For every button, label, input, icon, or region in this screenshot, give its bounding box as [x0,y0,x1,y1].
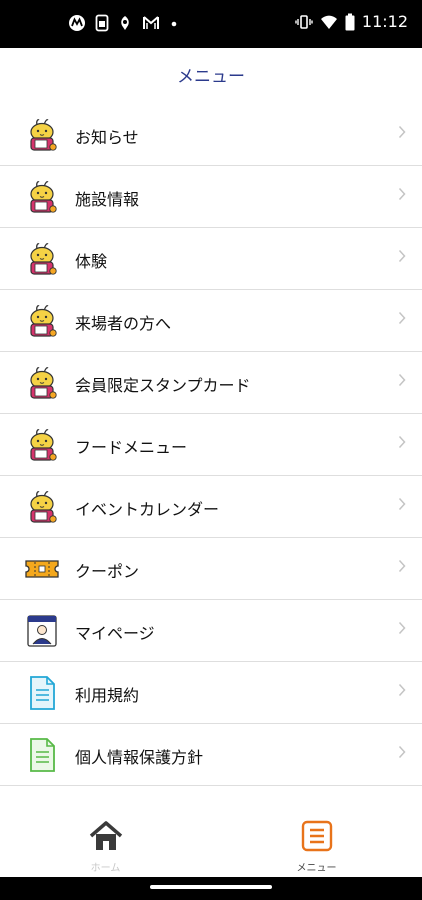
chevron-right-icon [398,249,406,263]
menu-item-for-visitors[interactable]: 来場者の方へ [0,290,422,352]
menu-item-label: フードメニュー [75,438,188,457]
tab-home-label: ホーム [90,863,121,874]
menu-item-label: お知らせ [75,128,139,147]
mascot-icon [30,491,57,523]
chevron-right-icon [398,621,406,635]
sim-icon [95,14,109,32]
menu-item-experience[interactable]: 体験 [0,228,422,290]
coupon-ticket-icon [25,560,59,578]
document-icon [30,738,55,772]
menu-item-news[interactable]: お知らせ [0,104,422,166]
mascot-icon [30,367,57,399]
bottom-tab-bar: ホーム メニュー [0,805,422,877]
status-left-icons [68,14,178,32]
chevron-right-icon [398,311,406,325]
menu-item-event-calendar[interactable]: イベントカレンダー [0,476,422,538]
vibrate-icon [295,14,313,29]
menu-item-label: 利用規約 [75,686,140,705]
chevron-right-icon [398,373,406,387]
menu-item-food-menu[interactable]: フードメニュー [0,414,422,476]
notification-icon [121,16,129,30]
status-right-icons: 11:12 [295,12,408,31]
chevron-right-icon [398,745,406,759]
chevron-right-icon [398,435,406,449]
mascot-icon [30,305,57,337]
tab-home[interactable]: ホーム [0,805,211,877]
home-indicator[interactable] [150,885,272,889]
menu-item-label: 施設情報 [75,190,140,209]
status-time: 11:12 [361,12,408,31]
tab-menu[interactable]: メニュー [211,805,422,877]
chevron-right-icon [398,497,406,511]
chevron-right-icon [398,683,406,697]
tab-menu-label: メニュー [296,863,337,874]
menu-item-label: 会員限定スタンプカード [75,376,251,395]
document-icon [30,676,55,710]
home-icon [89,821,123,850]
dot-icon [171,21,177,27]
mascot-icon [30,429,57,461]
menu-item-stamp-card[interactable]: 会員限定スタンプカード [0,352,422,414]
menu-item-label: 個人情報保護方針 [75,748,204,767]
mascot-icon [30,119,57,151]
menu-list-icon [301,820,333,852]
menu-item-label: イベントカレンダー [75,500,220,519]
wifi-icon [320,15,337,29]
chevron-right-icon [398,559,406,573]
menu-item-label: 来場者の方へ [75,314,172,333]
mascot-icon [30,181,57,213]
menu-item-privacy-policy[interactable]: 個人情報保護方針 [0,724,422,786]
menu-item-label: マイページ [75,624,155,643]
menu-item-label: クーポン [75,562,140,581]
chevron-right-icon [398,187,406,201]
status-bar: 11:12 [0,0,422,48]
menu-item-terms-of-use[interactable]: 利用規約 [0,662,422,724]
page-title: メニュー [177,67,245,87]
mascot-icon [30,243,57,275]
m-app-icon [143,16,159,29]
system-nav-bar [0,877,422,900]
menu-item-my-page[interactable]: マイページ [0,600,422,662]
chevron-right-icon [398,125,406,139]
menu-list: お知らせ 施設情報 体験 来場者の方へ 会員限定スタンプカード フードメニュー … [0,104,422,786]
profile-card-icon [27,615,57,647]
menu-item-coupon[interactable]: クーポン [0,538,422,600]
menu-item-facility-info[interactable]: 施設情報 [0,166,422,228]
motorola-icon [69,15,85,31]
battery-icon [345,13,355,30]
menu-item-label: 体験 [75,252,108,271]
